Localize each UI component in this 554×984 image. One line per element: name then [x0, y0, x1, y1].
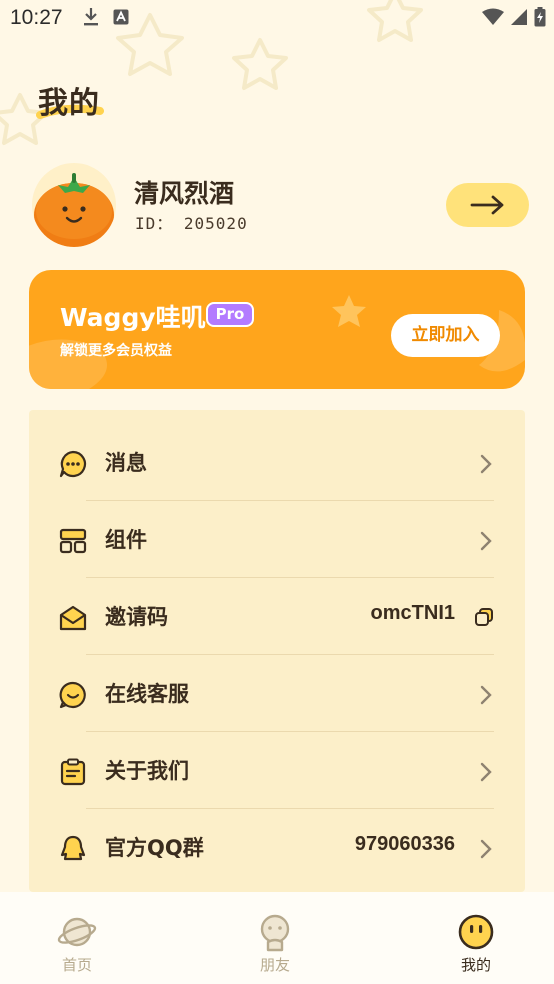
chevron-right-icon — [480, 454, 492, 474]
menu-item-widgets[interactable]: 组件 — [29, 502, 525, 579]
download-icon — [84, 8, 98, 26]
status-time: 10:27 — [10, 6, 63, 29]
menu-label: 官方QQ群 — [105, 836, 204, 860]
nav-label: 我的 — [460, 956, 491, 974]
qq-group-number: 979060336 — [354, 833, 455, 855]
menu-divider — [86, 808, 494, 809]
nav-label: 首页 — [61, 956, 92, 974]
nav-label: 朋友 — [259, 956, 290, 974]
menu-label: 关于我们 — [105, 759, 189, 783]
cell-signal-icon — [511, 9, 527, 25]
profile-name: 清风烈酒 — [134, 179, 235, 208]
planet-icon — [57, 917, 97, 947]
nav-tab-home[interactable]: 首页 — [17, 892, 137, 984]
keyboard-a-icon — [113, 9, 129, 25]
chevron-right-icon — [480, 685, 492, 705]
profile-id: ID： 205020 — [135, 214, 248, 233]
envelope-icon — [59, 605, 87, 631]
menu-label: 组件 — [105, 528, 147, 552]
vip-title: Waggy哇叽 — [60, 303, 206, 332]
qq-penguin-icon — [60, 835, 86, 861]
profile-detail-button[interactable] — [446, 183, 529, 227]
widget-grid-icon — [59, 528, 87, 554]
arrow-right-icon — [470, 195, 503, 215]
menu-divider — [86, 500, 494, 501]
chevron-right-icon — [480, 839, 492, 859]
nav-tab-friends[interactable]: 朋友 — [215, 892, 335, 984]
wifi-icon — [482, 8, 504, 25]
menu-item-invite-code[interactable]: 邀请码 omcTNI1 — [29, 579, 525, 656]
chevron-right-icon — [480, 531, 492, 551]
settings-menu: 消息 组件 邀请码 omcTNI1 在线客服 关于我们 官方QQ群 979060… — [29, 410, 525, 892]
menu-item-qq-group[interactable]: 官方QQ群 979060336 — [29, 810, 525, 887]
message-bubble-icon — [59, 450, 87, 478]
friend-face-icon — [260, 914, 290, 952]
battery-charging-icon — [534, 7, 546, 27]
nav-tab-mine[interactable]: 我的 — [416, 892, 536, 984]
bottom-navigation: 首页 朋友 我的 — [0, 892, 554, 984]
vip-subtitle: 解锁更多会员权益 — [60, 343, 172, 359]
copy-icon[interactable] — [474, 607, 494, 627]
menu-divider — [86, 577, 494, 578]
join-now-button[interactable]: 立即加入 — [391, 314, 500, 357]
menu-label: 邀请码 — [105, 605, 168, 629]
menu-label: 消息 — [105, 451, 147, 475]
persimmon-avatar-icon — [34, 173, 114, 247]
clipboard-icon — [60, 758, 86, 786]
smile-chat-icon — [59, 681, 86, 709]
menu-item-customer-service[interactable]: 在线客服 — [29, 656, 525, 733]
smiley-face-icon — [458, 914, 494, 950]
status-notification-icons — [83, 7, 129, 27]
pro-badge: Pro — [206, 302, 254, 327]
avatar[interactable] — [32, 163, 116, 247]
status-system-icons — [482, 7, 546, 27]
status-bar: 10:27 — [0, 0, 554, 38]
vip-membership-card[interactable]: Waggy哇叽 Pro 解锁更多会员权益 立即加入 — [29, 270, 525, 389]
menu-item-about-us[interactable]: 关于我们 — [29, 733, 525, 810]
menu-divider — [86, 654, 494, 655]
menu-label: 在线客服 — [105, 682, 189, 706]
invite-code-value: omcTNI1 — [370, 602, 455, 624]
chevron-right-icon — [480, 762, 492, 782]
page-title: 我的 — [38, 86, 100, 121]
menu-divider — [86, 731, 494, 732]
menu-item-messages[interactable]: 消息 — [29, 425, 525, 502]
